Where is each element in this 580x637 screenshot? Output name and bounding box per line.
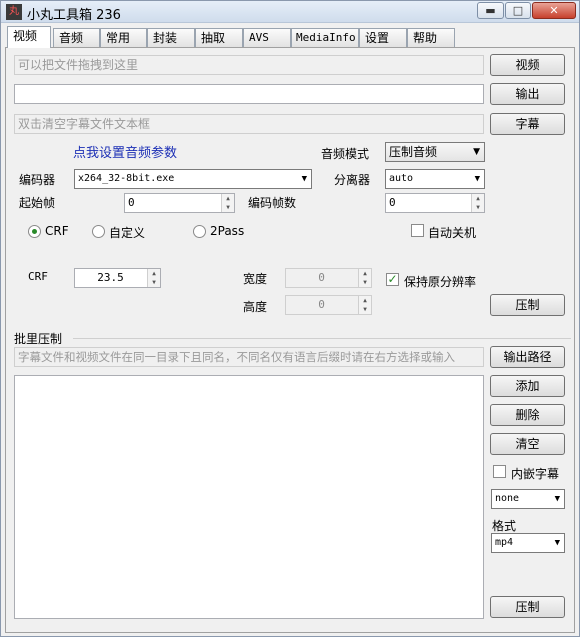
maximize-icon[interactable]: □	[505, 2, 531, 19]
frame-count-value: 0	[389, 196, 396, 209]
crf-value: 23.5	[97, 271, 124, 284]
tab-audio[interactable]: 音频	[53, 28, 100, 47]
batch-hint-input[interactable]: 字幕文件和视频文件在同一目录下且同名，不同名仅有语言后缀时请在右方选择或输入	[14, 347, 484, 367]
frame-count-stepper[interactable]: 0 ▲ ▼	[385, 193, 485, 213]
tab-extract[interactable]: 抽取	[195, 28, 243, 47]
encoder-value: x264_32-8bit.exe	[78, 173, 175, 184]
tab-mux[interactable]: 封装	[147, 28, 195, 47]
app-icon: 丸	[6, 4, 22, 20]
subtitle-file-input[interactable]: 双击清空字幕文件文本框	[14, 114, 484, 134]
custom-radio[interactable]	[92, 225, 105, 238]
embed-subtitle-checkbox[interactable]	[493, 465, 506, 478]
chevron-down-icon: ▼	[474, 174, 480, 184]
tab-common[interactable]: 常用	[100, 28, 147, 47]
height-value: 0	[318, 298, 325, 311]
spin-arrows-icon[interactable]: ▲ ▼	[471, 194, 484, 212]
batch-section-title: 批里压制	[14, 332, 63, 346]
auto-shutdown-checkbox[interactable]	[411, 224, 424, 237]
audio-mode-select[interactable]: 压制音频 ▼	[385, 142, 485, 162]
video-file-input[interactable]: 可以把文件拖拽到这里	[14, 55, 484, 75]
2pass-radio-label: 2Pass	[210, 224, 245, 238]
add-button[interactable]: 添加	[490, 375, 565, 397]
output-button[interactable]: 输出	[490, 83, 565, 105]
height-stepper[interactable]: 0 ▲ ▼	[285, 295, 372, 315]
spin-arrows-icon[interactable]: ▲ ▼	[221, 194, 234, 212]
format-label: 格式	[492, 519, 517, 533]
encode-button[interactable]: 压制	[490, 294, 565, 316]
splitter-value: auto	[389, 173, 414, 184]
start-frame-label: 起始帧	[19, 196, 56, 210]
subtitle-language-select[interactable]: none ▼	[491, 489, 565, 509]
audio-settings-link[interactable]: 点我设置音频参数	[73, 142, 177, 161]
chevron-down-icon: ▼	[301, 174, 307, 184]
width-label: 宽度	[243, 272, 268, 286]
2pass-radio[interactable]	[193, 225, 206, 238]
auto-shutdown-label: 自动关机	[428, 226, 477, 240]
start-frame-stepper[interactable]: 0 ▲ ▼	[124, 193, 235, 213]
tab-avs[interactable]: AVS	[243, 28, 291, 47]
video-button[interactable]: 视频	[490, 54, 565, 76]
encoder-select[interactable]: x264_32-8bit.exe ▼	[74, 169, 312, 189]
clear-button[interactable]: 清空	[490, 433, 565, 455]
batch-divider	[73, 338, 571, 339]
audio-mode-label: 音频模式	[321, 147, 370, 161]
width-value: 0	[318, 271, 325, 284]
tab-mediainfo[interactable]: MediaInfo	[291, 28, 359, 47]
close-icon[interactable]: ✕	[532, 2, 576, 19]
chevron-down-icon: ▼	[473, 147, 480, 157]
batch-file-list[interactable]	[14, 375, 484, 619]
keep-resolution-label: 保持原分辨率	[404, 275, 477, 289]
window-title: 小丸工具箱 236	[27, 8, 121, 23]
format-value: mp4	[495, 537, 514, 548]
batch-encode-button[interactable]: 压制	[490, 596, 565, 618]
encoder-label: 编码器	[19, 173, 56, 187]
splitter-label: 分离器	[334, 173, 371, 187]
spin-arrows-icon[interactable]: ▲ ▼	[147, 269, 160, 287]
tab-video[interactable]: 视频	[7, 26, 51, 48]
width-stepper[interactable]: 0 ▲ ▼	[285, 268, 372, 288]
crf-radio[interactable]	[28, 225, 41, 238]
spin-arrows-icon[interactable]: ▲ ▼	[358, 296, 371, 314]
frame-count-label: 编码帧数	[248, 196, 297, 210]
keep-resolution-checkbox[interactable]: ✓	[386, 273, 399, 286]
subtitle-button[interactable]: 字幕	[490, 113, 565, 135]
delete-button[interactable]: 删除	[490, 404, 565, 426]
format-select[interactable]: mp4 ▼	[491, 533, 565, 553]
tab-help[interactable]: 帮助	[407, 28, 455, 47]
chevron-down-icon: ▼	[554, 494, 560, 504]
splitter-select[interactable]: auto ▼	[385, 169, 485, 189]
output-file-input[interactable]	[14, 84, 484, 104]
minimize-icon[interactable]: ▬	[477, 2, 504, 19]
crf-value-label: CRF	[28, 270, 48, 283]
app-window: 丸 小丸工具箱 236 ▬ □ ✕ 视频 音频 常用 封装 抽取 AVS Med…	[0, 0, 580, 637]
title-bar: 丸 小丸工具箱 236 ▬ □ ✕	[1, 1, 579, 23]
output-path-button[interactable]: 输出路径	[490, 346, 565, 368]
embed-subtitle-label: 内嵌字幕	[511, 467, 560, 481]
chevron-down-icon: ▼	[554, 538, 560, 548]
crf-radio-label: CRF	[45, 224, 69, 238]
spin-arrows-icon[interactable]: ▲ ▼	[358, 269, 371, 287]
custom-radio-label: 自定义	[109, 226, 146, 240]
crf-stepper[interactable]: 23.5 ▲ ▼	[74, 268, 161, 288]
tab-settings[interactable]: 设置	[359, 28, 407, 47]
start-frame-value: 0	[128, 196, 135, 209]
audio-mode-value: 压制音频	[389, 145, 438, 159]
subtitle-language-value: none	[495, 493, 520, 504]
height-label: 高度	[243, 300, 268, 314]
